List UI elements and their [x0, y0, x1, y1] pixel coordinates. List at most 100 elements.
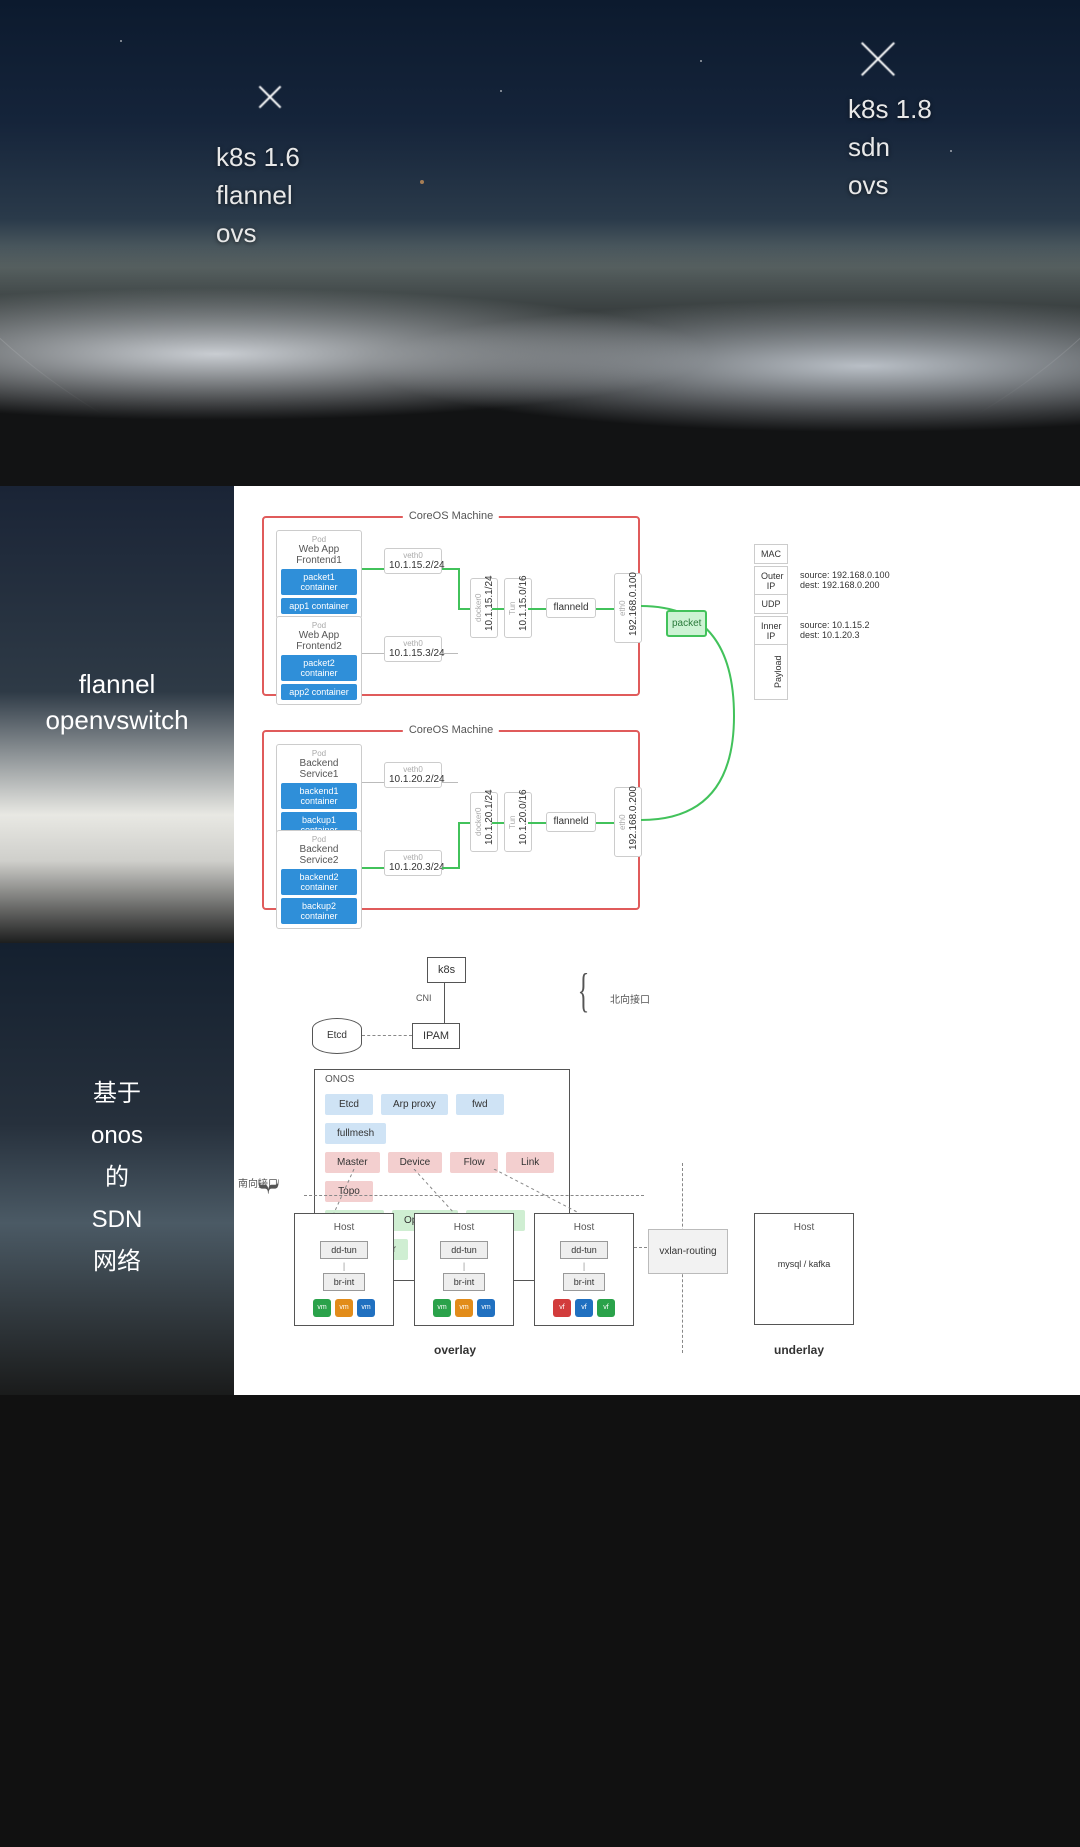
pod-backend1: Pod Backend Service1 backend1 container … — [276, 744, 362, 843]
slide-flannel: flannel openvswitch CoreOS Machine Pod W… — [0, 486, 1080, 943]
proto-h: Outer IP — [761, 571, 781, 591]
pod-label: Pod — [281, 621, 357, 630]
connector — [444, 1005, 445, 1023]
stack-right-line: k8s 1.8 — [848, 90, 932, 128]
host-label: Host — [423, 1222, 505, 1233]
pod-sq: vf — [575, 1299, 593, 1317]
star-icon — [950, 150, 952, 152]
proto-inner-detail: source: 10.1.15.2 dest: 10.1.20.3 — [794, 616, 904, 644]
veth-ip: 10.1.15.3/24 — [389, 648, 437, 659]
pod-backend2: Pod Backend Service2 backend2 container … — [276, 830, 362, 929]
eth0-name: eth0 — [618, 814, 627, 830]
pod-sq: vm — [477, 1299, 495, 1317]
sidebar-line: 的 — [0, 1157, 234, 1199]
flanneld: flanneld — [546, 812, 596, 832]
slide-flannel-sidebar: flannel openvswitch — [0, 486, 234, 943]
tun-name: Tun — [508, 601, 517, 615]
pod-label: Pod — [281, 749, 357, 758]
slide-hero: k8s 1.6 flannel ovs k8s 1.8 sdn ovs — [0, 0, 1080, 486]
inner-dst: dest: 10.1.20.3 — [800, 630, 898, 640]
host-node: dd-tun — [320, 1241, 368, 1259]
flow-line — [362, 867, 384, 869]
proto-h: Inner IP — [761, 621, 781, 641]
sidebar-line: 基于 — [0, 1073, 234, 1115]
pod-frontend1: Pod Web App Frontend1 packet1 container … — [276, 530, 362, 619]
stack-left-line: k8s 1.6 — [216, 138, 300, 176]
veth-ip: 10.1.20.2/24 — [389, 774, 437, 785]
onos-diagram: k8s CNI Etcd IPAM { 北向接口 ONOS Etcd Arp p… — [234, 943, 1080, 1395]
machine-title: CoreOS Machine — [403, 510, 499, 522]
proto-payload: Payload — [754, 644, 788, 700]
link-line — [362, 782, 384, 783]
onos-label: ONOS — [325, 1074, 354, 1085]
pod-sq: vm — [433, 1299, 451, 1317]
flow-line — [458, 568, 460, 608]
proto-outer-detail: source: 192.168.0.100 dest: 192.168.0.20… — [794, 566, 904, 594]
sidebar-line: flannel — [0, 666, 234, 702]
host-label: Host — [303, 1222, 385, 1233]
flow-line — [528, 608, 546, 610]
pod-sq: vm — [455, 1299, 473, 1317]
pod-label: Pod — [281, 535, 357, 544]
veth-name: veth0 — [389, 853, 437, 862]
flow-line — [458, 608, 470, 610]
ipam-box: IPAM — [412, 1023, 460, 1049]
proto-udp: UDP — [754, 594, 788, 614]
pod-sq: vf — [553, 1299, 571, 1317]
tun-name: Tun — [508, 815, 517, 829]
etcd-store: Etcd — [312, 1018, 362, 1054]
coreos-machine-2: CoreOS Machine Pod Backend Service1 back… — [262, 730, 640, 910]
stack-right: k8s 1.8 sdn ovs — [848, 90, 932, 204]
stack-right-line: sdn — [848, 128, 932, 166]
flannel-diagram: CoreOS Machine Pod Web App Frontend1 pac… — [234, 486, 1080, 943]
flow-line — [596, 822, 614, 824]
docker0-name: docker0 — [474, 594, 483, 622]
pod-container: backend2 container — [281, 869, 357, 895]
sidebar-line: 网络 — [0, 1241, 234, 1283]
sidebar-line: onos — [0, 1115, 234, 1157]
star-icon — [120, 40, 122, 42]
veth0-a: veth0 10.1.15.2/24 — [384, 548, 442, 574]
pod-sq: vm — [357, 1299, 375, 1317]
packet-node: packet — [666, 610, 707, 637]
host-node: dd-tun — [560, 1241, 608, 1259]
slide-onos: 基于 onos 的 SDN 网络 k8s CNI Etcd IPAM { 北向接… — [0, 943, 1080, 1395]
stack-right-line: ovs — [848, 166, 932, 204]
fanout-lines — [234, 1169, 654, 1219]
sidebar-line: SDN — [0, 1199, 234, 1241]
pod-container: app2 container — [281, 684, 357, 700]
slide-onos-title: 基于 onos 的 SDN 网络 — [0, 1073, 234, 1283]
host-overlay-3: Host dd-tun | br-int vf vf vf — [534, 1213, 634, 1326]
outer-src: source: 192.168.0.100 — [800, 570, 898, 580]
chip: Etcd — [325, 1094, 373, 1115]
link-line — [362, 653, 384, 654]
proto-inner: Inner IP — [754, 616, 788, 646]
host-node: dd-tun — [440, 1241, 488, 1259]
star-icon — [500, 90, 502, 92]
flow-line — [362, 568, 384, 570]
host-node: br-int — [563, 1273, 606, 1291]
overlay-label: overlay — [434, 1343, 476, 1357]
slide-flannel-title: flannel openvswitch — [0, 666, 234, 738]
stack-left: k8s 1.6 flannel ovs — [216, 138, 300, 252]
flow-line — [458, 822, 470, 824]
host-label: Host — [543, 1222, 625, 1233]
link-line — [442, 653, 458, 654]
pod-label: Pod — [281, 835, 357, 844]
slide-onos-sidebar: 基于 onos 的 SDN 网络 — [0, 943, 234, 1395]
coreos-machine-1: CoreOS Machine Pod Web App Frontend1 pac… — [262, 516, 640, 696]
pod-name: Web App Frontend1 — [281, 544, 357, 566]
vxlan-routing: vxlan-routing — [648, 1229, 728, 1274]
flow-line — [458, 822, 460, 868]
docker0-ip: 10.1.15.1/24 — [484, 575, 495, 631]
tun-ip: 10.1.15.0/16 — [518, 575, 529, 631]
k8s-box: k8s — [427, 957, 466, 983]
mountain-range — [0, 246, 1080, 486]
underlay-item: mysql / kafka — [763, 1259, 845, 1269]
pod-name: Backend Service1 — [281, 758, 357, 780]
docker0-ip: 10.1.20.1/24 — [484, 789, 495, 845]
chip: fwd — [456, 1094, 504, 1115]
onos-row-app: Etcd Arp proxy fwd fullmesh — [325, 1094, 559, 1144]
cni-label: CNI — [416, 993, 432, 1003]
pod-container: packet1 container — [281, 569, 357, 595]
